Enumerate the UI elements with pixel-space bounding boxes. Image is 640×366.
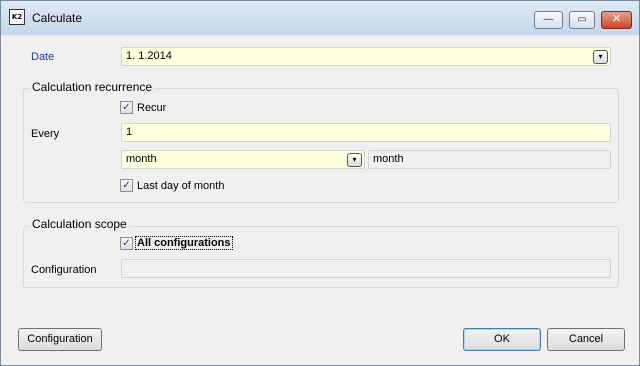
all-configurations-label: All configurations (135, 236, 233, 250)
date-dropdown-button[interactable]: ▾ (593, 50, 608, 64)
configuration-field (121, 259, 611, 278)
date-label: Date (31, 51, 55, 63)
minimize-button[interactable]: — (534, 11, 563, 29)
unit-dropdown-button[interactable]: ▾ (347, 153, 362, 167)
cancel-button[interactable]: Cancel (547, 328, 625, 351)
scope-group (23, 226, 619, 288)
recurrence-group (23, 88, 619, 203)
recurrence-group-title: Calculation recurrence (30, 80, 155, 94)
last-day-checkbox[interactable]: ✓ (120, 179, 133, 192)
all-configurations-checkbox[interactable]: ✓ (120, 237, 133, 250)
every-field[interactable]: 1 (121, 123, 611, 142)
close-button[interactable]: ✕ (601, 11, 632, 29)
dialog-body: Date 1. 1.2014 ▾ Calculation recurrence … (2, 35, 638, 365)
app-icon: K2 (9, 9, 25, 25)
unit-display-field: month (368, 150, 611, 169)
ok-button[interactable]: OK (463, 328, 541, 351)
calculate-dialog: K2 Calculate — ▭ ✕ Date 1. 1.2014 ▾ Calc… (0, 0, 640, 366)
scope-group-title: Calculation scope (30, 217, 129, 231)
window-title: Calculate (32, 11, 83, 25)
unit-select[interactable]: month (121, 150, 365, 169)
title-bar[interactable]: K2 Calculate — ▭ ✕ (1, 1, 639, 35)
every-label: Every (31, 128, 60, 140)
configuration-label: Configuration (31, 264, 97, 276)
every-value: 1 (126, 126, 133, 138)
unit-select-value: month (126, 153, 157, 165)
last-day-label: Last day of month (137, 180, 225, 192)
date-field[interactable]: 1. 1.2014 (121, 47, 611, 66)
recur-label: Recur (137, 102, 167, 114)
date-value: 1. 1.2014 (126, 50, 172, 62)
configuration-button[interactable]: Configuration (18, 328, 102, 351)
recur-checkbox[interactable]: ✓ (120, 101, 133, 114)
maximize-button[interactable]: ▭ (569, 11, 595, 29)
unit-display-value: month (373, 153, 404, 165)
